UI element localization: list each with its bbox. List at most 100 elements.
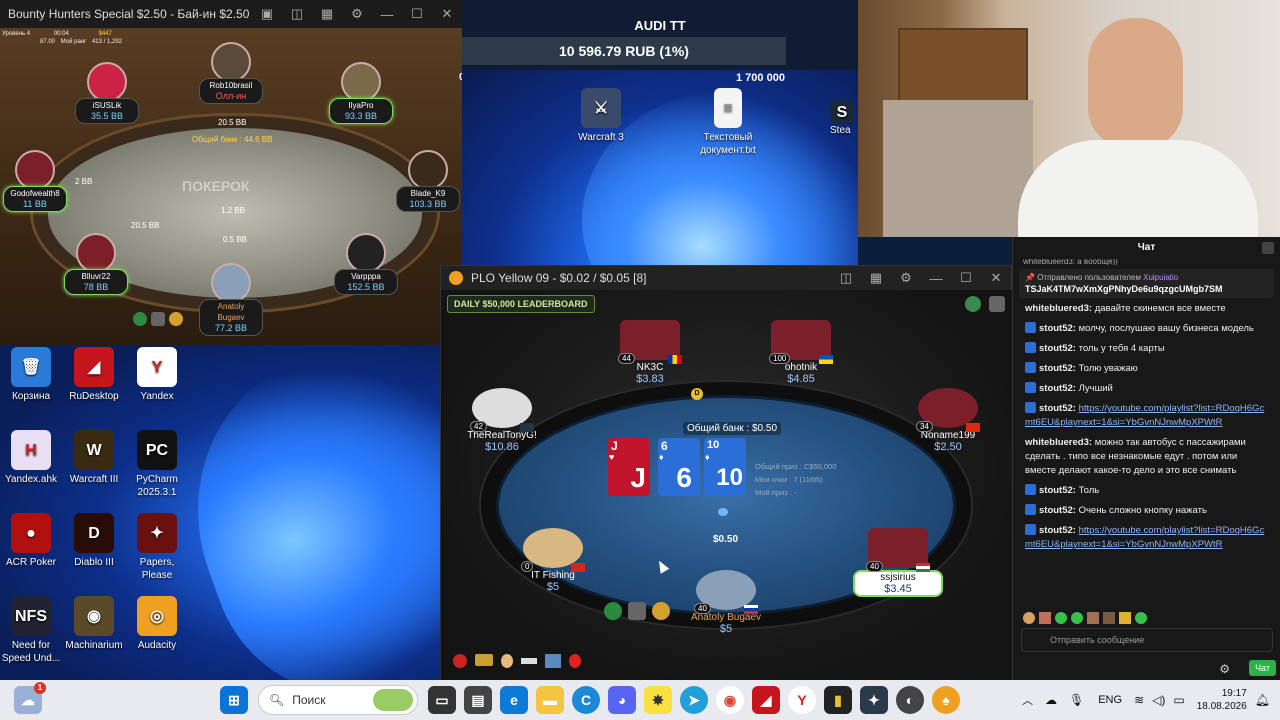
- table-icon[interactable]: ▣: [252, 6, 282, 22]
- player-seat[interactable]: Godofwealth8 11 BB: [3, 150, 67, 212]
- desktop-icon[interactable]: ◢ RuDesktop: [63, 347, 125, 403]
- weather-icon[interactable]: ☁ 1: [14, 682, 46, 714]
- emote-icon[interactable]: [133, 312, 147, 326]
- hero-seat[interactable]: Anatoly Bugaev 77.2 BB: [199, 263, 263, 336]
- language-indicator[interactable]: ENG: [1098, 694, 1122, 706]
- chat-username[interactable]: stout52:: [1039, 505, 1076, 516]
- microphone-icon[interactable]: 🎙︎: [1069, 693, 1084, 707]
- chat-username[interactable]: whitebluered3:: [1025, 303, 1092, 314]
- desktop-icon[interactable]: ● ACR Poker: [0, 513, 62, 569]
- cloud-icon[interactable]: ☁: [1045, 693, 1057, 707]
- chat-send-button[interactable]: Чат: [1249, 660, 1276, 676]
- desktop-icon[interactable]: PC PyCharm 2025.3.1: [126, 430, 188, 499]
- emote-icon[interactable]: [1055, 612, 1067, 624]
- player-seat[interactable]: 44 NK3C $3.83: [605, 320, 695, 385]
- clock[interactable]: 19:17 18.08.2026: [1197, 687, 1247, 713]
- browser-icon[interactable]: C: [572, 686, 600, 714]
- maximize-button[interactable]: ☐: [402, 6, 432, 22]
- desktop-icon[interactable]: NFS Need for Speed Und...: [0, 596, 62, 665]
- star-app-icon[interactable]: ✸: [644, 686, 672, 714]
- emote-icon[interactable]: [1071, 612, 1083, 624]
- right-window-titlebar[interactable]: PLO Yellow 09 - $0.02 / $0.05 [8] ◫ ▦ ⚙ …: [441, 266, 1011, 290]
- cigar-icon[interactable]: [521, 658, 537, 664]
- chat-username[interactable]: whitebluered3:: [1025, 437, 1092, 448]
- rudesktop-icon[interactable]: ◢: [752, 686, 780, 714]
- terminal-icon[interactable]: ▤: [464, 686, 492, 714]
- users-icon[interactable]: [1262, 242, 1274, 254]
- player-seat[interactable]: 34 Noname199 $2.50: [903, 388, 993, 453]
- pinned-message[interactable]: 📌 Отправлено пользователем Xuipuiatio TS…: [1019, 269, 1274, 298]
- chat-username[interactable]: stout52:: [1039, 403, 1076, 414]
- chat-username[interactable]: stout52:: [1039, 383, 1076, 394]
- folder-icon[interactable]: ▬: [536, 686, 564, 714]
- close-button[interactable]: ✕: [432, 6, 462, 22]
- player-seat[interactable]: 42 TheRealTonyG! $10.86: [457, 388, 547, 453]
- player-seat[interactable]: iSUSLik 35.5 BB: [75, 62, 139, 124]
- desktop-icon[interactable]: ◎ Audacity: [126, 596, 188, 652]
- player-seat[interactable]: Rob10brasil Олл-ин: [199, 42, 263, 104]
- desktop-icon-steam[interactable]: S Stea: [830, 100, 858, 137]
- app-icon[interactable]: ▮: [824, 686, 852, 714]
- task-view-icon[interactable]: ▭: [428, 686, 456, 714]
- chevron-up-icon[interactable]: ︿: [1022, 692, 1033, 708]
- desktop-icon[interactable]: W Warcraft III: [63, 430, 125, 486]
- fish-icon[interactable]: [545, 654, 561, 668]
- desktop-icon[interactable]: ◉ Machinarium: [63, 596, 125, 652]
- hero-seat[interactable]: 40 Anatoly Bugaev $5: [681, 570, 771, 635]
- throwable-icon[interactable]: [652, 602, 670, 620]
- maximize-button[interactable]: ☐: [951, 270, 981, 286]
- desktop-icon[interactable]: 🗑 Корзина: [0, 347, 62, 403]
- player-seat[interactable]: IlyaPro 93.3 BB: [329, 62, 393, 124]
- ticket-icon[interactable]: [475, 654, 493, 666]
- desktop-icon[interactable]: ✦ Papers, Please: [126, 513, 188, 582]
- leaderboard-button[interactable]: DAILY $50,000 LEADERBOARD: [447, 295, 595, 313]
- desktop-icon[interactable]: D Diablo III: [63, 513, 125, 569]
- rewards-icon[interactable]: [965, 296, 981, 312]
- start-icon[interactable]: ⊞: [220, 686, 248, 714]
- battery-icon[interactable]: ▭: [1173, 693, 1184, 707]
- chat-username[interactable]: stout52:: [1039, 363, 1076, 374]
- discord-icon[interactable]: ◕: [608, 686, 636, 714]
- emote-icon[interactable]: [604, 602, 622, 620]
- notifications-icon[interactable]: 🔔︎: [1255, 693, 1270, 707]
- minimize-button[interactable]: —: [372, 7, 402, 22]
- chat-username[interactable]: stout52:: [1039, 485, 1076, 496]
- desktop-icon[interactable]: H Yandex.ahk: [0, 430, 62, 486]
- throwable-icon[interactable]: [169, 312, 183, 326]
- gear-icon[interactable]: ⚙: [891, 270, 921, 286]
- desktop-icon-warcraft3[interactable]: ⚔ Warcraft 3: [570, 88, 632, 144]
- dice-icon[interactable]: [453, 654, 467, 668]
- player-seat[interactable]: 100 ohotnik $4.85: [756, 320, 846, 385]
- chat-icon[interactable]: ◫: [831, 270, 861, 286]
- settings-icon[interactable]: ⚙: [1219, 662, 1230, 676]
- yandex-icon[interactable]: Y: [788, 686, 816, 714]
- obs-icon[interactable]: ◐: [896, 686, 924, 714]
- chat-username[interactable]: stout52:: [1039, 323, 1076, 334]
- balloon-icon[interactable]: [569, 654, 581, 668]
- player-seat[interactable]: 0 IT Fishing $5: [508, 528, 598, 593]
- desktop-icon-textfile[interactable]: ≡ Текстовый документ.txt: [696, 88, 760, 157]
- close-button[interactable]: ✕: [981, 270, 1011, 286]
- table-menu-icon[interactable]: [989, 296, 1005, 312]
- wifi-icon[interactable]: ≋: [1134, 693, 1144, 707]
- search-box[interactable]: 🔍︎ Поиск: [258, 685, 418, 715]
- emote-icon[interactable]: [1087, 612, 1099, 624]
- egg-icon[interactable]: [501, 654, 513, 668]
- left-window-titlebar[interactable]: Bounty Hunters Special $2.50 - Бай-ин $2…: [0, 0, 462, 28]
- player-seat[interactable]: Blluvr22 78 BB: [64, 233, 128, 295]
- edge-icon[interactable]: e: [500, 686, 528, 714]
- poker-app-icon[interactable]: ♠: [932, 686, 960, 714]
- emote-icon[interactable]: [1023, 612, 1035, 624]
- emote-icon[interactable]: [1119, 612, 1131, 624]
- emote-icon[interactable]: [1135, 612, 1147, 624]
- player-seat[interactable]: Varpppa 152.5 BB: [334, 233, 398, 295]
- chat-icon[interactable]: ◫: [282, 6, 312, 22]
- emote-icon[interactable]: [1103, 612, 1115, 624]
- emote-icon[interactable]: [1039, 612, 1051, 624]
- chat-bubble-icon[interactable]: [151, 312, 165, 326]
- chat-username[interactable]: stout52:: [1039, 343, 1076, 354]
- telegram-icon[interactable]: ➤: [680, 686, 708, 714]
- app-icon[interactable]: ✦: [860, 686, 888, 714]
- grid-icon[interactable]: ▦: [861, 270, 891, 286]
- grid-icon[interactable]: ▦: [312, 6, 342, 22]
